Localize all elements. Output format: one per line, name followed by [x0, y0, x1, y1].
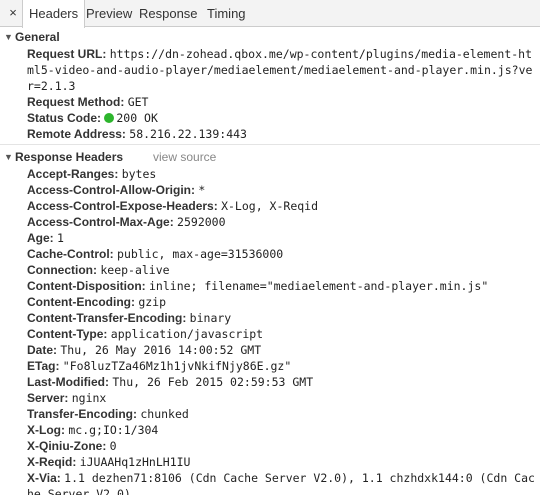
collapse-triangle-icon: ▼: [4, 32, 13, 42]
header-key: Remote Address:: [27, 127, 126, 141]
header-value: keep-alive: [100, 263, 170, 277]
header-value: 58.216.22.139:443: [129, 127, 247, 141]
tab-bar: × Headers Preview Response Timing: [0, 0, 540, 28]
header-row: X-Reqid: iJUAAHq1zHnLH1IU: [0, 454, 540, 470]
collapse-triangle-icon: ▼: [4, 152, 13, 162]
header-row: X-Qiniu-Zone: 0: [0, 438, 540, 454]
view-source-link[interactable]: view source: [153, 148, 216, 166]
header-key: Content-Transfer-Encoding:: [27, 311, 187, 325]
general-title: General: [15, 30, 60, 44]
remote-address-row: Remote Address: 58.216.22.139:443: [0, 126, 540, 142]
header-row: Last-Modified: Thu, 26 Feb 2015 02:59:53…: [0, 374, 540, 390]
general-section-header[interactable]: ▼ General: [0, 28, 540, 46]
header-row: Content-Encoding: gzip: [0, 294, 540, 310]
header-key: Access-Control-Max-Age:: [27, 215, 174, 229]
header-value: chunked: [140, 407, 189, 421]
header-value: GET: [127, 95, 149, 109]
header-key: Cache-Control:: [27, 247, 114, 261]
header-value: inline; filename="mediaelement-and-playe…: [149, 279, 489, 293]
header-row: Transfer-Encoding: chunked: [0, 406, 540, 422]
header-value: iJUAAHq1zHnLH1IU: [79, 455, 191, 469]
headers-panel: ▼ General Request URL: https://dn-zohead…: [0, 28, 540, 495]
header-row: ETag: "Fo8luzTZa46Mz1h1jvNkifNjy86E.gz": [0, 358, 540, 374]
header-row: Cache-Control: public, max-age=31536000: [0, 246, 540, 262]
header-value: Thu, 26 Feb 2015 02:59:53 GMT: [112, 375, 314, 389]
header-key: Last-Modified:: [27, 375, 109, 389]
header-value: 1.1 dezhen71:8106 (Cdn Cache Server V2.0…: [27, 471, 535, 495]
response-headers-list: Accept-Ranges: bytes Access-Control-Allow…: [0, 166, 540, 495]
response-headers-title: Response Headers: [15, 150, 124, 164]
header-key: Content-Type:: [27, 327, 108, 341]
header-value: 2592000: [177, 215, 226, 229]
request-url-row: Request URL: https://dn-zohead.qbox.me/w…: [0, 46, 540, 94]
request-method-row: Request Method: GET: [0, 94, 540, 110]
header-row: X-Via: 1.1 dezhen71:8106 (Cdn Cache Serv…: [0, 470, 540, 495]
header-row: Accept-Ranges: bytes: [0, 166, 540, 182]
header-key: X-Via:: [27, 471, 61, 485]
header-row: Content-Transfer-Encoding: binary: [0, 310, 540, 326]
header-key: Server:: [27, 391, 69, 405]
tab-timing[interactable]: Timing: [201, 0, 252, 27]
tab-response[interactable]: Response: [133, 0, 204, 27]
header-key: Date:: [27, 343, 58, 357]
header-value: application/javascript: [110, 327, 264, 341]
header-row: Content-Disposition: inline; filename="m…: [0, 278, 540, 294]
header-row: Age: 1: [0, 230, 540, 246]
header-row: X-Log: mc.g;IO:1/304: [0, 422, 540, 438]
header-value: X-Log, X-Reqid: [221, 199, 319, 213]
header-row: Connection: keep-alive: [0, 262, 540, 278]
header-key: Transfer-Encoding:: [27, 407, 138, 421]
header-value: public, max-age=31536000: [117, 247, 284, 261]
header-value: 1: [57, 231, 64, 245]
header-value: binary: [189, 311, 232, 325]
header-row: Date: Thu, 26 May 2016 14:00:52 GMT: [0, 342, 540, 358]
section-divider: [0, 144, 540, 145]
header-key: Accept-Ranges:: [27, 167, 119, 181]
header-value: "Fo8luzTZa46Mz1h1jvNkifNjy86E.gz": [62, 359, 292, 373]
close-icon[interactable]: ×: [6, 6, 20, 20]
header-key: Connection:: [27, 263, 97, 277]
header-key: Content-Encoding:: [27, 295, 135, 309]
response-headers-section-header[interactable]: ▼ Response Headers view source: [0, 148, 540, 166]
header-value: gzip: [138, 295, 167, 309]
header-key: Content-Disposition:: [27, 279, 146, 293]
header-key: Status Code:: [27, 111, 102, 125]
header-key: ETag:: [27, 359, 60, 373]
status-code-row: Status Code: 200 OK: [0, 110, 540, 126]
status-dot-icon: [104, 113, 115, 123]
header-value: *: [198, 183, 206, 197]
header-key: Access-Control-Allow-Origin:: [27, 183, 196, 197]
header-key: Age:: [27, 231, 54, 245]
header-key: X-Reqid:: [27, 455, 77, 469]
header-key: Request Method:: [27, 95, 125, 109]
header-value: mc.g;IO:1/304: [68, 423, 159, 437]
header-row: Access-Control-Allow-Origin: *: [0, 182, 540, 198]
header-key: X-Qiniu-Zone:: [27, 439, 107, 453]
tab-preview[interactable]: Preview: [80, 0, 138, 27]
header-row: Access-Control-Max-Age: 2592000: [0, 214, 540, 230]
header-key: Access-Control-Expose-Headers:: [27, 199, 218, 213]
header-value: Thu, 26 May 2016 14:00:52 GMT: [60, 343, 262, 357]
header-row: Access-Control-Expose-Headers: X-Log, X-…: [0, 198, 540, 214]
header-value: 0: [109, 439, 117, 453]
header-value: bytes: [121, 167, 157, 181]
header-key: X-Log:: [27, 423, 65, 437]
header-row: Server: nginx: [0, 390, 540, 406]
tab-headers[interactable]: Headers: [22, 0, 86, 28]
header-key: Request URL:: [27, 47, 107, 61]
header-value: 200 OK: [116, 111, 158, 125]
header-value: nginx: [71, 391, 107, 405]
header-row: Content-Type: application/javascript: [0, 326, 540, 342]
